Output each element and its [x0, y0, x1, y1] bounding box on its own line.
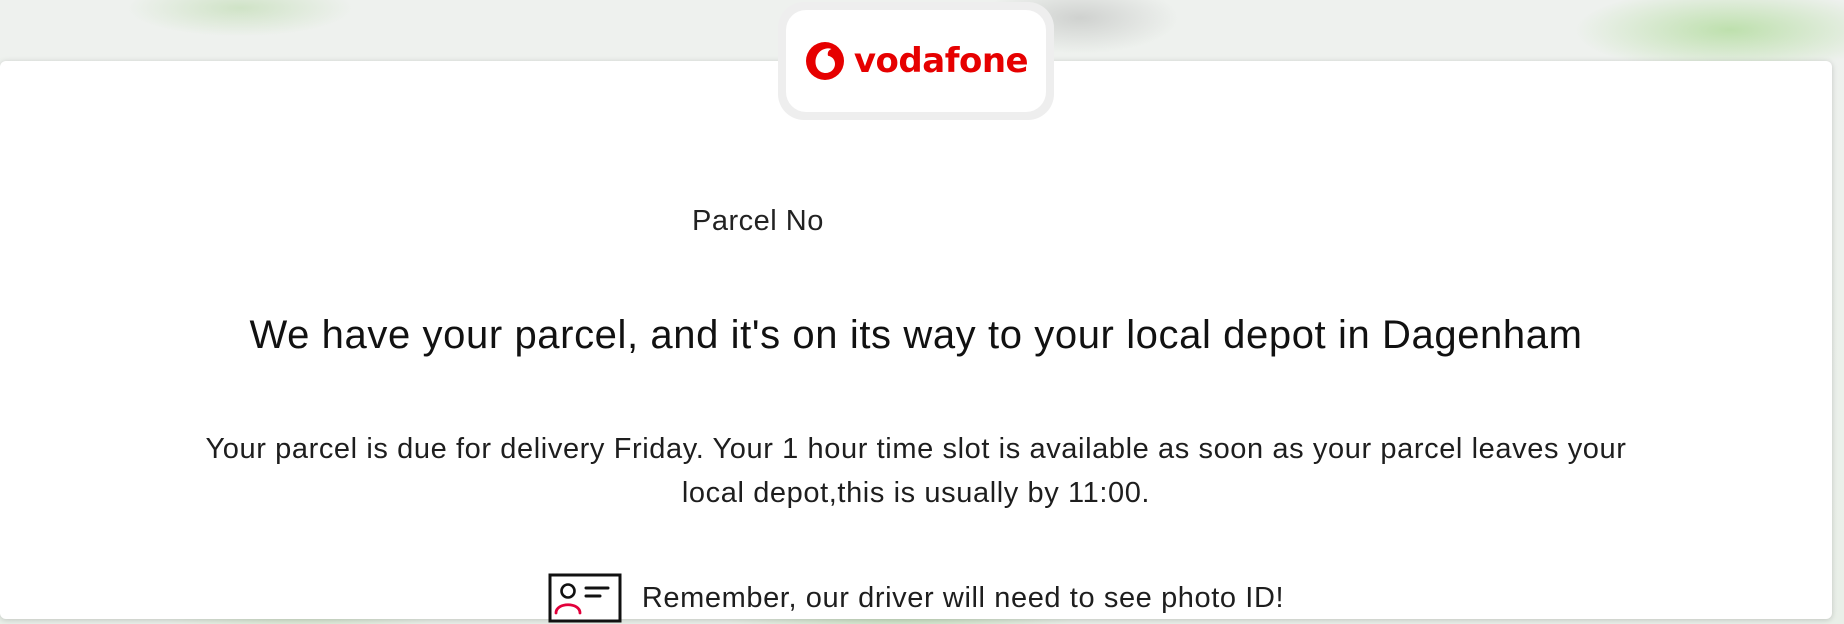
photo-id-reminder: Remember, our driver will need to see ph…: [0, 573, 1832, 623]
logo-tab: vodafone: [778, 2, 1054, 120]
delivery-info: Your parcel is due for delivery Friday. …: [205, 433, 1627, 509]
parcel-number-label: Parcel No: [692, 205, 824, 237]
photo-id-reminder-text: Remember, our driver will need to see ph…: [641, 581, 1285, 614]
brand-name: vodafone: [853, 41, 1029, 81]
id-card-icon: [548, 573, 622, 623]
tracking-card: Parcel No We have your parcel, and it's …: [0, 61, 1832, 623]
status-headline: We have your parcel, and it's on its way…: [249, 313, 1583, 357]
vodafone-logo: vodafone: [786, 10, 1046, 112]
vodafone-speechmark-icon: [805, 42, 844, 80]
